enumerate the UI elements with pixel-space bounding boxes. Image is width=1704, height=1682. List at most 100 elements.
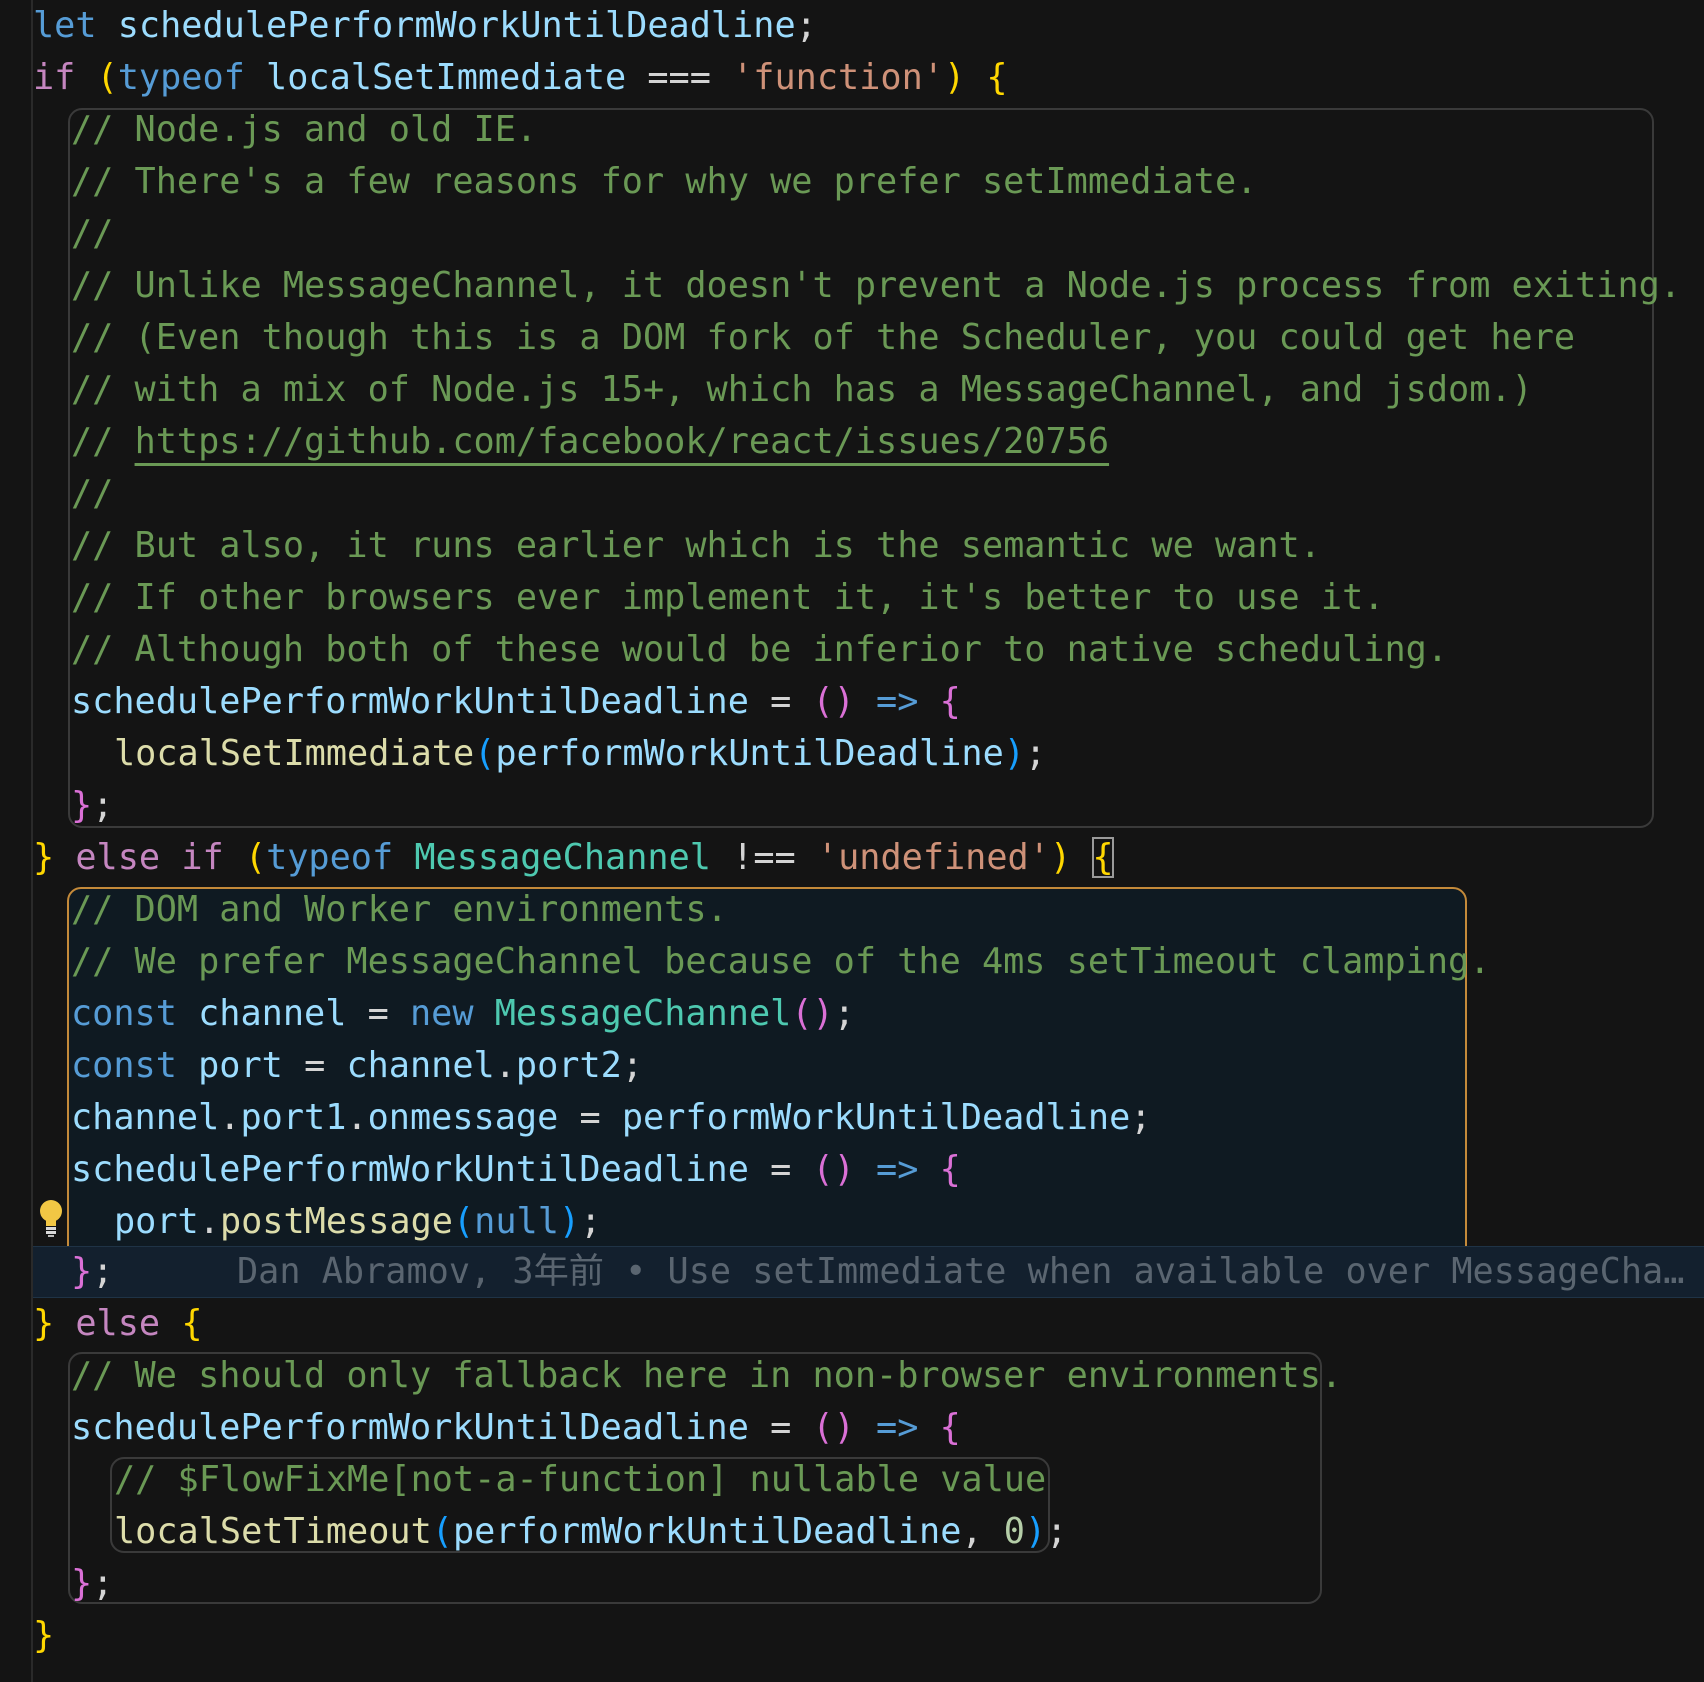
token-brace: { [939,1149,961,1190]
token-arrow: => [876,681,919,722]
code-line-26[interactable]: } else { [33,1298,203,1350]
token-else: else [75,837,161,878]
token-brace: } [71,1251,93,1292]
token-function: localSetTimeout [114,1511,432,1552]
code-line-25[interactable]: }; [71,1246,113,1298]
token-const: const [71,1045,177,1086]
token-operator: = [770,1407,792,1448]
code-line-1[interactable]: let schedulePerformWorkUntilDeadline; [33,0,817,52]
token-operator: = [579,1097,601,1138]
token-string: 'undefined' [816,837,1050,878]
token-number: 0 [1003,1511,1025,1552]
token-semicolon: ; [1024,733,1047,774]
token-semicolon: ; [1130,1097,1152,1138]
comment-line[interactable]: // If other browsers ever implement it, … [71,572,1384,624]
token-operator: !== [732,837,796,878]
comment-line[interactable]: // [71,208,113,260]
code-editor[interactable]: let schedulePerformWorkUntilDeadline; if… [0,0,1704,1682]
comment-line[interactable]: // $FlowFixMe[not-a-function] nullable v… [114,1454,1046,1506]
token-paren: ) [1024,1511,1047,1552]
code-line-28[interactable]: schedulePerformWorkUntilDeadline = () =>… [71,1402,961,1454]
comment-line[interactable]: // We should only fallback here in non-b… [71,1350,1342,1402]
token-operator: = [304,1045,326,1086]
blame-separator: • [625,1251,647,1292]
token-null: null [474,1201,559,1242]
code-line-16[interactable]: }; [71,780,113,832]
code-line-15[interactable]: localSetImmediate(performWorkUntilDeadli… [114,728,1046,780]
token-paren: ) [943,57,966,98]
token-operator: = [770,681,792,722]
code-line-30[interactable]: localSetTimeout(performWorkUntilDeadline… [114,1506,1067,1558]
token-brace: } [71,785,93,826]
issue-link[interactable]: https://github.com/facebook/react/issues… [135,421,1110,462]
token-dot: . [494,1045,516,1086]
blame-author: Dan Abramov, [237,1251,492,1292]
token-paren: ( [244,837,267,878]
token-identifier: channel [71,1097,220,1138]
code-line-14[interactable]: schedulePerformWorkUntilDeadline = () =>… [71,676,961,728]
token-semicolon: ; [92,1563,114,1604]
token-parens: () [791,993,834,1034]
token-class: MessageChannel [414,837,711,878]
comment-line[interactable]: // DOM and Worker environments. [71,884,728,936]
token-identifier: schedulePerformWorkUntilDeadline [71,1407,749,1448]
lightbulb-icon[interactable] [38,1198,64,1238]
code-line-17[interactable]: } else if (typeof MessageChannel !== 'un… [33,832,1114,884]
token-arrow: => [876,1149,919,1190]
code-line-32[interactable]: } [33,1610,54,1662]
comment-line[interactable]: // But also, it runs earlier which is th… [71,520,1321,572]
token-identifier: channel [346,1045,495,1086]
token-identifier: port [114,1201,199,1242]
token-identifier: port [198,1045,283,1086]
comment-line[interactable]: // with a mix of Node.js 15+, which has … [71,364,1533,416]
token-typeof: typeof [266,837,394,878]
blame-message: Use setImmediate when available over Mes… [667,1251,1685,1292]
token-paren: ( [474,733,496,774]
token-paren: ( [431,1511,453,1552]
token-dot: . [219,1097,241,1138]
comment-line[interactable]: // [71,468,113,520]
token-brace: { [939,1407,961,1448]
token-identifier: localSetImmediate [266,57,627,98]
code-line-31[interactable]: }; [71,1558,113,1610]
code-line-24[interactable]: port.postMessage(null); [114,1196,601,1248]
token-property: port1 [240,1097,347,1138]
comment-line[interactable]: // There's a few reasons for why we pref… [71,156,1257,208]
token-brace-matched: { [1092,837,1114,878]
token-paren: ) [1049,837,1072,878]
git-blame-annotation[interactable]: Dan Abramov, 3年前 • Use setImmediate when… [237,1246,1697,1298]
token-paren: ( [452,1201,475,1242]
token-else: else [75,1303,161,1344]
token-operator: = [770,1149,792,1190]
token-paren: ( [96,57,118,98]
token-parens: () [812,1407,855,1448]
token-new: new [409,993,474,1034]
token-class: MessageChannel [494,993,792,1034]
token-typeof: typeof [117,57,245,98]
code-line-21[interactable]: const port = channel.port2; [71,1040,643,1092]
token-semicolon: ; [1046,1511,1068,1552]
token-brace: } [71,1563,93,1604]
token-identifier: performWorkUntilDeadline [452,1511,962,1552]
code-line-23[interactable]: schedulePerformWorkUntilDeadline = () =>… [71,1144,961,1196]
token-identifier: schedulePerformWorkUntilDeadline [71,1149,749,1190]
token-parens: () [812,1149,855,1190]
code-line-20[interactable]: const channel = new MessageChannel(); [71,988,855,1040]
comment-line[interactable]: // (Even though this is a DOM fork of th… [71,312,1575,364]
comment-line[interactable]: // Unlike MessageChannel, it doesn't pre… [71,260,1681,312]
comment-line[interactable]: // Node.js and old IE. [71,104,537,156]
token-operator: === [647,57,711,98]
comment-line[interactable]: // Although both of these would be infer… [71,624,1448,676]
token-paren: ) [1003,733,1025,774]
token-string: 'function' [732,57,944,98]
token-semicolon: ; [92,1251,114,1292]
comment-line[interactable]: // We prefer MessageChannel because of t… [71,936,1490,988]
blame-time: 3年前 [512,1251,604,1292]
token-brace: } [33,837,55,878]
token-identifier: schedulePerformWorkUntilDeadline [71,681,749,722]
code-line-22[interactable]: channel.port1.onmessage = performWorkUnt… [71,1092,1151,1144]
comment-line-link[interactable]: // https://github.com/facebook/react/iss… [71,416,1109,468]
token-function: localSetImmediate [114,733,475,774]
code-line-2[interactable]: if (typeof localSetImmediate === 'functi… [33,52,1008,104]
token-brace: { [939,681,961,722]
